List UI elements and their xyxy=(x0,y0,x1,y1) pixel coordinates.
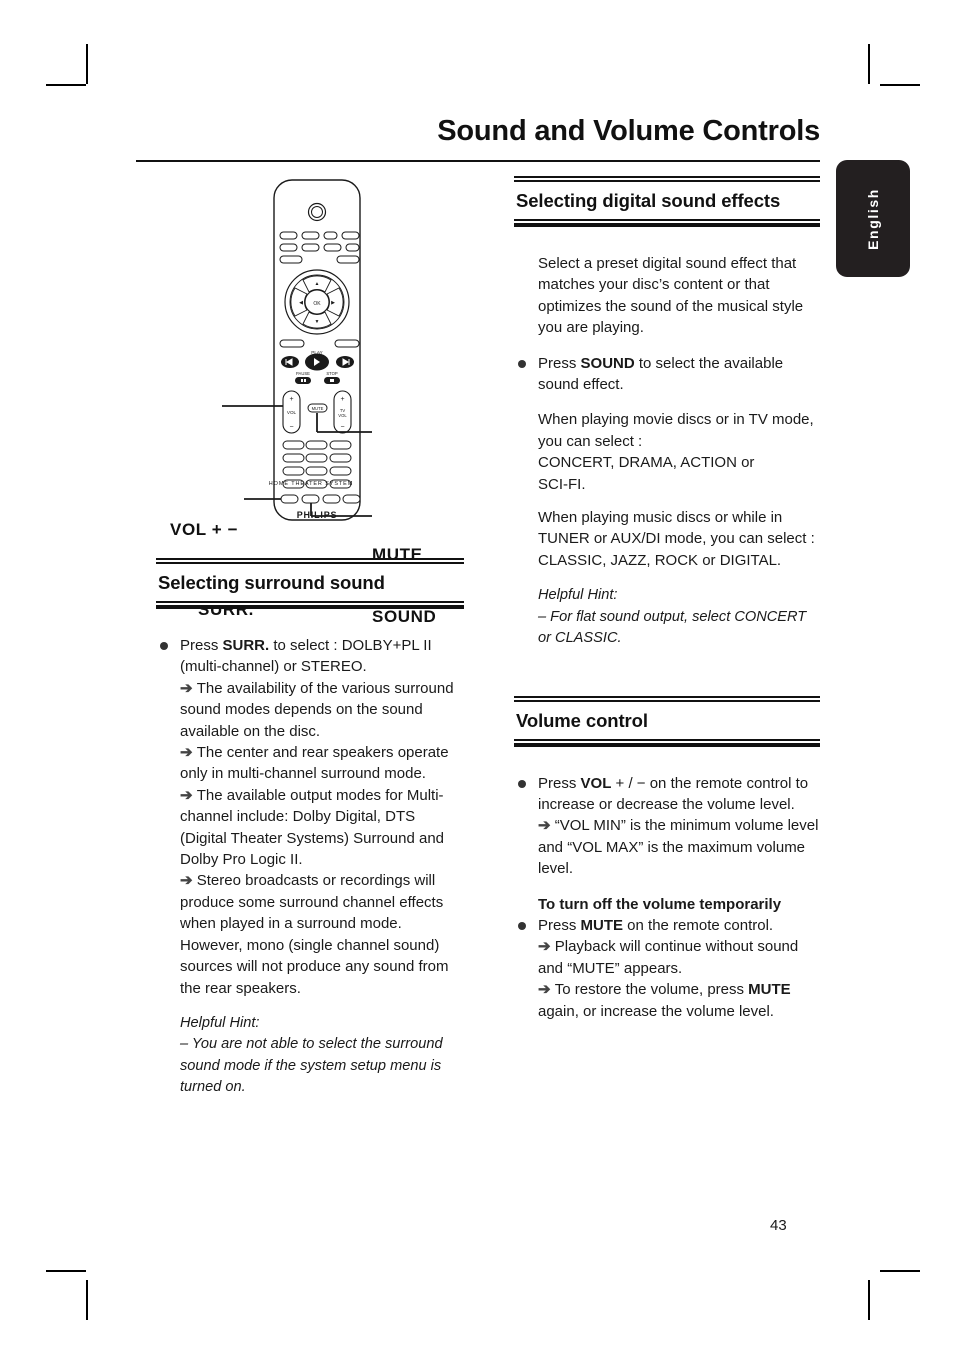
arrow-icon: ➔ xyxy=(180,679,193,697)
page-number: 43 xyxy=(770,1217,787,1234)
svg-text:+: + xyxy=(289,396,293,403)
sound-text-a: Press xyxy=(538,354,581,372)
surr-instruction: Press SURR. to select : DOLBY+PL II (mul… xyxy=(180,635,464,678)
section-selecting-digital-sound-effects: Selecting digital sound effects xyxy=(514,176,820,227)
mute-note-1-text: Playback will continue without sound and… xyxy=(538,938,799,977)
surr-note-1: ➔ The availability of the various surrou… xyxy=(180,678,464,742)
mute-instruction: Press MUTE on the remote control. xyxy=(538,915,820,936)
bullet-dot-icon xyxy=(160,642,168,650)
crop-mark-top-right-vertical xyxy=(868,44,870,84)
bullet-dot-icon xyxy=(518,779,526,788)
page-title: Sound and Volume Controls xyxy=(437,115,820,147)
dse-hint-body: – For flat sound output, select CONCERT … xyxy=(538,608,807,647)
bullet-dot-icon xyxy=(518,921,526,930)
surr-note-3: ➔ The available output modes for Multi-c… xyxy=(180,785,464,871)
section-heading: Selecting surround sound xyxy=(158,572,385,593)
mute-note-1: ➔ Playback will continue without sound a… xyxy=(538,936,820,979)
section-selecting-surround-sound: Selecting surround sound xyxy=(156,558,464,609)
dse-movie-modes: When playing movie discs or in TV mode, … xyxy=(538,411,814,493)
arrow-icon: ➔ xyxy=(538,817,551,835)
surr-note-4-text: Stereo broadcasts or recordings will pro… xyxy=(180,872,449,997)
dse-music-modes: When playing music discs or while in TUN… xyxy=(538,509,815,569)
arrow-icon: ➔ xyxy=(180,872,193,890)
sound-instruction: Press SOUND to select the available soun… xyxy=(538,353,820,396)
vol-key: VOL xyxy=(580,774,612,792)
vol-label: VOL xyxy=(287,410,297,415)
vol-instruction: Press VOL + / − on the remote control to… xyxy=(538,773,820,816)
arrow-icon: ➔ xyxy=(538,981,551,999)
surr-note-3-text: The available output modes for Multi-cha… xyxy=(180,786,445,869)
section-volume-control: Volume control xyxy=(514,695,820,747)
language-tab-label: English xyxy=(865,187,881,250)
svg-text:▲: ▲ xyxy=(315,281,320,287)
bullet-press-surr: Press SURR. to select : DOLBY+PL II (mul… xyxy=(156,635,464,1099)
mute-note-2-key: MUTE xyxy=(748,981,791,999)
bullet-press-vol: Press VOL + / − on the remote control to… xyxy=(514,773,820,880)
bullet-dot-icon xyxy=(518,359,526,368)
surr-key: SURR. xyxy=(222,637,270,654)
svg-text:−: − xyxy=(340,424,344,431)
surr-note-4: ➔ Stereo broadcasts or recordings will p… xyxy=(180,870,464,998)
ok-button-label: OK xyxy=(313,301,321,307)
surr-hint-title: Helpful Hint: xyxy=(180,1014,260,1031)
bullet-press-sound: Press SOUND to select the available soun… xyxy=(514,353,820,650)
page-title-rule xyxy=(136,160,820,162)
dse-heading: Selecting digital sound effects xyxy=(516,190,781,211)
svg-text:▶: ▶ xyxy=(331,300,335,306)
mute-note-2-c: again, or increase the volume level. xyxy=(538,1002,774,1020)
crop-mark-bottom-right-horizontal xyxy=(880,1270,920,1272)
remote-control-illustration: OK ▲ ▼ ◀ ▶ PLAY PAUSE STOP + VOL − + TV … xyxy=(222,179,372,521)
home-theater-system-label: HOME THEATER SYSTEM xyxy=(268,481,354,487)
svg-text:◀: ◀ xyxy=(299,300,303,306)
vol-note-1: ➔ “VOL MIN” is the minimum volume level … xyxy=(538,815,820,879)
dse-hint-title: Helpful Hint: xyxy=(538,587,618,604)
crop-mark-top-right-horizontal xyxy=(880,84,920,86)
vc-heading: Volume control xyxy=(516,709,648,731)
sound-key: SOUND xyxy=(580,354,635,372)
dse-intro: Select a preset digital sound effect tha… xyxy=(538,255,804,337)
language-tab: English xyxy=(836,160,910,277)
left-column: Selecting surround sound Press SURR. to … xyxy=(156,558,464,1099)
mute-subheading: To turn off the volume temporarily xyxy=(538,895,782,913)
vol-text-a: Press xyxy=(538,774,581,792)
mute-text-c: on the remote control. xyxy=(623,916,774,934)
arrow-icon: ➔ xyxy=(180,786,193,804)
philips-wordmark: PHILIPS xyxy=(297,510,338,520)
remote-control-figure: OK ▲ ▼ ◀ ▶ PLAY PAUSE STOP + VOL − + TV … xyxy=(156,170,466,626)
mute-key: MUTE xyxy=(580,916,624,934)
surr-note-2-text: The center and rear speakers operate onl… xyxy=(180,744,449,783)
crop-mark-top-left-horizontal xyxy=(46,84,86,86)
mute-text-a: Press xyxy=(538,916,581,934)
pause-label: PAUSE xyxy=(296,371,310,376)
surr-note-1-text: The availability of the various surround… xyxy=(180,679,454,740)
stop-label: STOP xyxy=(326,371,338,376)
crop-mark-bottom-left-horizontal xyxy=(46,1270,86,1272)
arrow-icon: ➔ xyxy=(180,744,193,762)
surr-text-a: Press xyxy=(180,637,223,654)
crop-mark-top-left-vertical xyxy=(86,44,88,84)
arrow-icon: ➔ xyxy=(538,938,551,956)
surr-note-2: ➔ The center and rear speakers operate o… xyxy=(180,742,464,785)
crop-mark-bottom-right-vertical xyxy=(868,1280,870,1320)
callout-vol: VOL + − xyxy=(170,520,239,539)
svg-text:▼: ▼ xyxy=(315,319,320,325)
bullet-press-mute: Press MUTE on the remote control. ➔ Play… xyxy=(514,915,820,1022)
surr-hint-body: – You are not able to select the surroun… xyxy=(180,1036,443,1096)
right-column: Selecting digital sound effects Select a… xyxy=(514,176,820,1022)
vol-note-1-text: “VOL MIN” is the minimum volume level an… xyxy=(538,817,819,878)
svg-text:VOL: VOL xyxy=(338,413,347,418)
mute-note-2: ➔ To restore the volume, press MUTE agai… xyxy=(538,979,820,1022)
mute-note-2-a: To restore the volume, press xyxy=(554,981,749,999)
crop-mark-bottom-left-vertical xyxy=(86,1280,88,1320)
svg-text:+: + xyxy=(340,396,344,403)
mute-button-label: MUTE xyxy=(312,406,324,411)
svg-text:−: − xyxy=(289,424,293,431)
